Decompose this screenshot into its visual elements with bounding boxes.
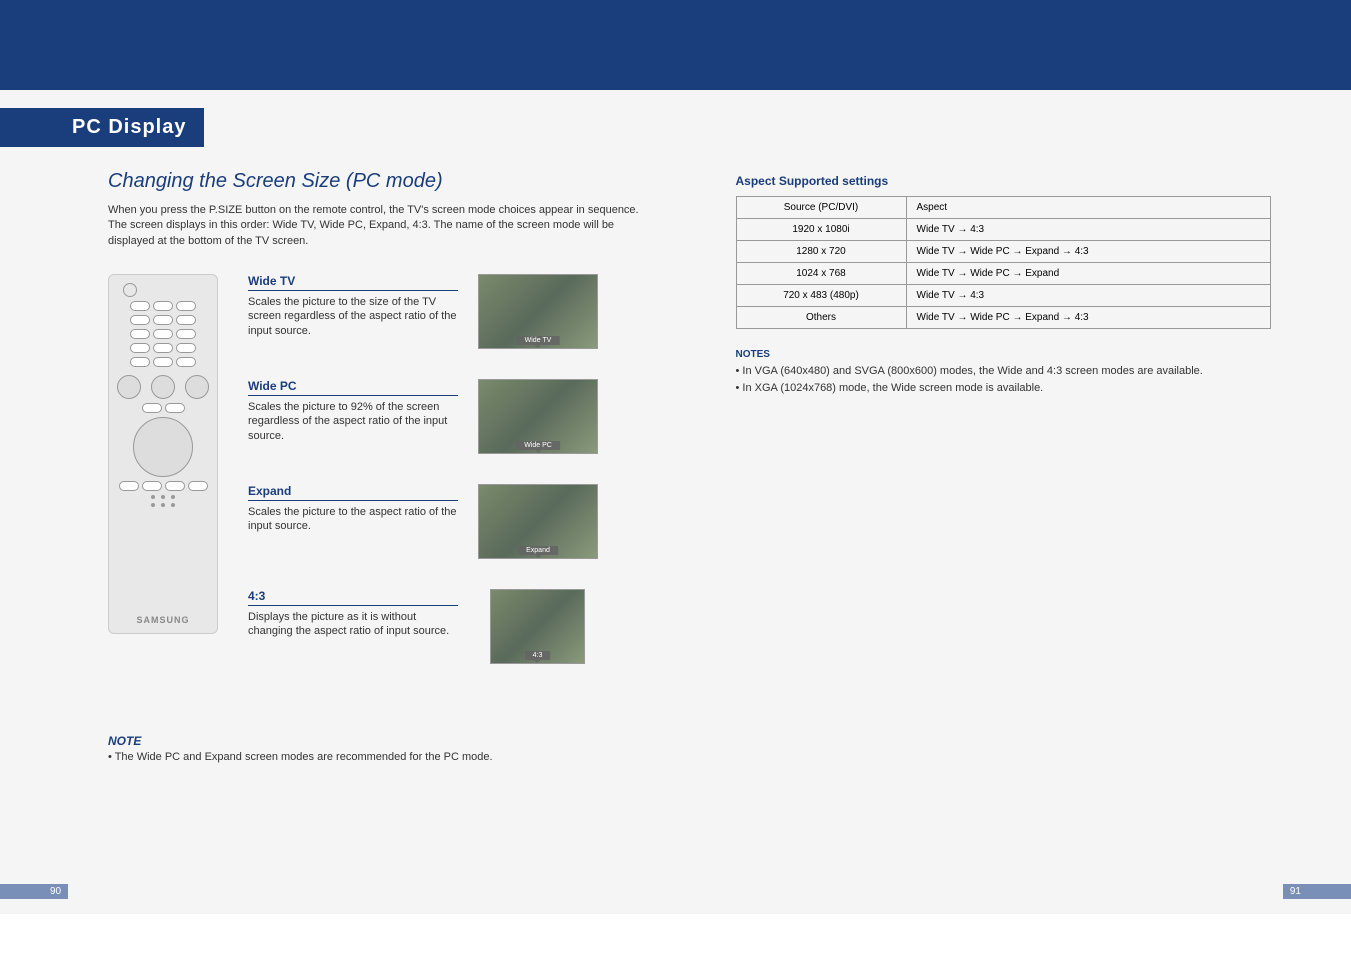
aspect-heading: Aspect Supported settings: [736, 174, 1272, 188]
mode-expand: Expand Scales the picture to the aspect …: [248, 484, 646, 559]
table-row: 720 x 483 (480p) Wide TV → 4:3: [736, 285, 1271, 307]
right-page: Aspect Supported settings Source (PC/DVI…: [676, 150, 1351, 763]
table-cell: 720 x 483 (480p): [736, 285, 906, 307]
mode-desc: Scales the picture to the size of the TV…: [248, 295, 458, 338]
notes-heading: NOTES: [736, 349, 1272, 360]
table-cell: 1280 x 720: [736, 241, 906, 263]
modes-column: Wide TV Scales the picture to the size o…: [248, 274, 646, 694]
table-cell: Wide TV → Wide PC → Expand → 4:3: [906, 307, 1271, 329]
mode-thumbnail-4-3: 4:3: [490, 589, 585, 664]
thumb-label: Wide PC: [516, 441, 560, 450]
table-row: Others Wide TV → Wide PC → Expand → 4:3: [736, 307, 1271, 329]
remote-control-image: SAMSUNG: [108, 274, 218, 634]
intro-text: When you press the P.SIZE button on the …: [108, 203, 646, 249]
table-cell: 1024 x 768: [736, 263, 906, 285]
table-cell: Wide TV → Wide PC → Expand → 4:3: [906, 241, 1271, 263]
table-header-row: Source (PC/DVI) Aspect: [736, 197, 1271, 219]
remote-column: SAMSUNG: [108, 274, 228, 694]
content-wrapper: Changing the Screen Size (PC mode) When …: [0, 150, 1351, 763]
mode-thumbnail-wide-tv: Wide TV: [478, 274, 598, 349]
note-section: NOTE • The Wide PC and Expand screen mod…: [108, 734, 646, 763]
mode-4-3: 4:3 Displays the picture as it is withou…: [248, 589, 646, 664]
mode-thumbnail-expand: Expand: [478, 484, 598, 559]
mode-wide-pc: Wide PC Scales the picture to 92% of the…: [248, 379, 646, 454]
table-header-source: Source (PC/DVI): [736, 197, 906, 219]
notes-bullet-item: • In XGA (1024x768) mode, the Wide scree…: [736, 380, 1272, 397]
table-cell: Others: [736, 307, 906, 329]
mode-title: 4:3: [248, 589, 458, 606]
table-row: 1280 x 720 Wide TV → Wide PC → Expand → …: [736, 241, 1271, 263]
table-cell: Wide TV → Wide PC → Expand: [906, 263, 1271, 285]
mode-title: Expand: [248, 484, 458, 501]
table-cell: Wide TV → 4:3: [906, 285, 1271, 307]
section-tab: PC Display: [0, 108, 204, 147]
thumb-label: Expand: [518, 546, 558, 555]
mode-desc: Displays the picture as it is without ch…: [248, 610, 458, 639]
mode-title: Wide TV: [248, 274, 458, 291]
note-bullet: • The Wide PC and Expand screen modes ar…: [108, 751, 646, 763]
thumb-label: Wide TV: [517, 336, 560, 345]
table-row: 1024 x 768 Wide TV → Wide PC → Expand: [736, 263, 1271, 285]
thumb-label: 4:3: [525, 651, 551, 660]
table-cell: 1920 x 1080i: [736, 219, 906, 241]
notes-bullet-item: • In VGA (640x480) and SVGA (800x600) mo…: [736, 363, 1272, 380]
left-page: Changing the Screen Size (PC mode) When …: [0, 150, 676, 763]
table-row: 1920 x 1080i Wide TV → 4:3: [736, 219, 1271, 241]
page-number-right: 91: [1283, 884, 1351, 899]
mode-desc: Scales the picture to the aspect ratio o…: [248, 505, 458, 534]
page-number-left: 90: [0, 884, 68, 899]
note-label: NOTE: [108, 734, 646, 748]
two-column-layout: SAMSUNG Wide TV Scales the picture to th…: [108, 274, 646, 694]
bottom-strip: [0, 914, 1351, 954]
top-blue-bar: [0, 0, 1351, 90]
page-subtitle: Changing the Screen Size (PC mode): [108, 170, 646, 193]
aspect-table: Source (PC/DVI) Aspect 1920 x 1080i Wide…: [736, 196, 1272, 329]
mode-desc: Scales the picture to 92% of the screen …: [248, 400, 458, 443]
notes-bullets: • In VGA (640x480) and SVGA (800x600) mo…: [736, 363, 1272, 396]
remote-brand-label: SAMSUNG: [136, 615, 189, 625]
table-header-aspect: Aspect: [906, 197, 1271, 219]
mode-title: Wide PC: [248, 379, 458, 396]
table-cell: Wide TV → 4:3: [906, 219, 1271, 241]
mode-thumbnail-wide-pc: Wide PC: [478, 379, 598, 454]
mode-wide-tv: Wide TV Scales the picture to the size o…: [248, 274, 646, 349]
